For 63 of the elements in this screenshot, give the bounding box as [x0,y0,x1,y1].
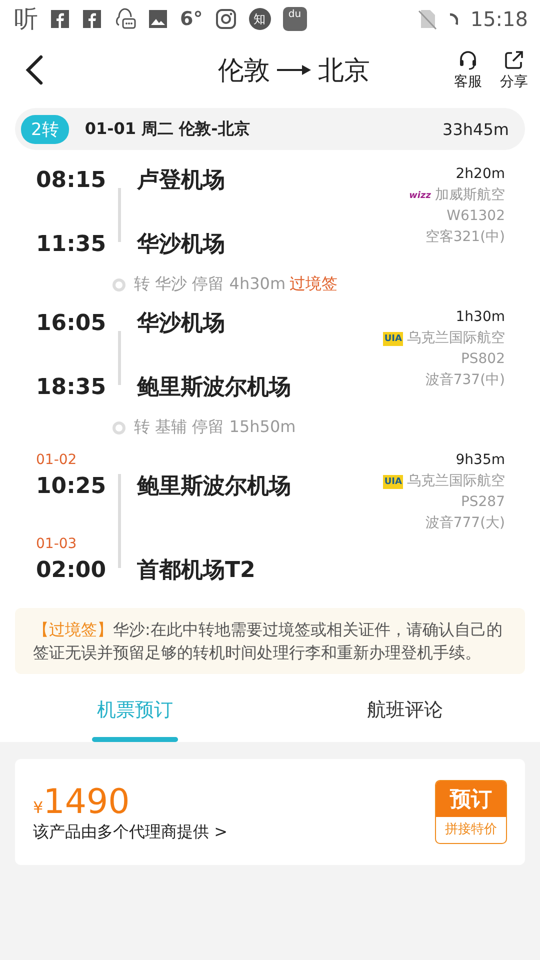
facebook-icon [82,9,102,29]
transfer-badge: 2转 [21,114,69,144]
flight-number: PS802 [460,350,505,369]
stop-dot-icon [112,278,126,292]
origin-city: 伦敦 [218,54,270,88]
stop-dot-icon [112,420,126,434]
flight-number: W61302 [446,207,505,226]
departure-airport: 卢登机场 [137,167,226,195]
flight-duration: 9h35m [456,451,505,470]
share-button[interactable]: 分享 [500,49,528,91]
back-icon [24,54,44,86]
arrival-time: 11:35 [36,231,108,259]
chat-bubble-icon [114,7,136,31]
app-badge: du [282,7,307,31]
customer-service-button[interactable]: 客服 [454,49,482,91]
aircraft-type: 波音777(大) [425,514,505,533]
arrival-time: 18:35 [36,374,108,402]
destination-city: 北京 [318,54,370,88]
visa-tag: 过境签 [290,274,338,295]
camera-icon [214,8,237,30]
departure-time: 10:25 [36,473,108,501]
headset-icon [457,49,479,71]
app-badge: 知 [248,8,271,30]
loading-icon [449,13,458,25]
departure-date: 01-02 [36,451,78,470]
airline-logo: UIA [383,332,403,346]
trip-date-route: 01-01 周二 伦敦-北京 [84,118,251,140]
departure-time: 16:05 [36,310,108,338]
image-icon [148,9,168,29]
visa-notice: 【过境签】华沙:在此中转地需要过境签或相关证件，请确认自己的签证无误并预留足够的转机时间处理行李和重新办理登机手续。 [33,619,504,664]
price: 1490 [43,782,130,822]
currency-symbol: ¥ [33,798,44,816]
temperature: 6° [180,8,203,30]
airline-name: 乌克兰国际航空 [407,472,505,491]
aircraft-type: 空客321(中) [425,228,505,247]
airline-name: 加威斯航空 [435,186,505,205]
route-arrow-icon [276,64,312,76]
share-icon [503,49,525,71]
aircraft-type: 波音737(中) [425,371,505,390]
departure-airport: 鲍里斯波尔机场 [137,473,292,501]
arrival-time: 02:00 [36,557,108,585]
layover-info: 转 基辅 停留 15h50m [134,417,296,438]
layover-info: 转 华沙 停留 4h30m [134,274,286,295]
flight-duration: 1h30m [456,308,505,327]
airline-logo: UIA [383,474,403,488]
airline-logo: wizz [409,190,431,202]
arrival-airport: 鲍里斯波尔机场 [137,374,292,402]
flight-number: PS287 [460,493,505,512]
clock: 15:18 [470,7,528,31]
back-button[interactable] [24,54,44,86]
departure-time: 08:15 [36,167,108,195]
arrival-airport: 华沙机场 [137,231,226,259]
provider-link[interactable]: 该产品由多个代理商提供 > [33,822,228,842]
facebook-icon [50,9,70,29]
arrival-date: 01-03 [36,535,78,554]
total-duration: 33h45m [442,120,509,138]
tab[interactable]: 航班评论 [270,678,540,742]
app-logo: 听 [14,4,38,35]
no-sim-icon [417,8,438,30]
departure-airport: 华沙机场 [137,310,226,338]
flight-duration: 2h20m [456,165,505,184]
arrival-airport: 首都机场T2 [137,557,256,585]
airline-name: 乌克兰国际航空 [407,329,505,348]
